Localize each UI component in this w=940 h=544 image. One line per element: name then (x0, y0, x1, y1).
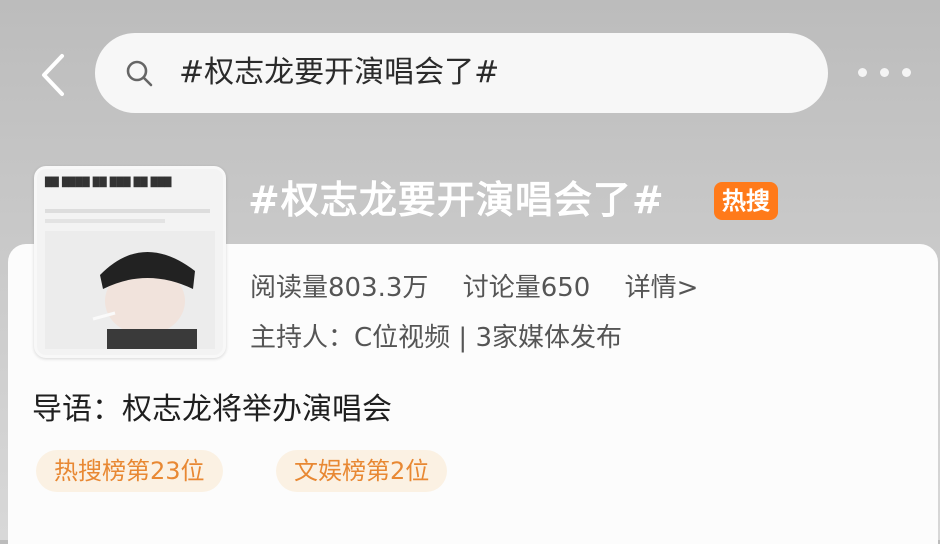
thumbnail-caption: ██ ████ ██ ███ ██ ███ (45, 178, 172, 188)
discussion-count: 讨论量650 (462, 273, 591, 303)
rank-tag-entertainment[interactable]: 文娱榜第2位 (276, 450, 448, 492)
more-dot (880, 68, 889, 77)
more-dot (902, 68, 911, 77)
search-query: #权志龙要开演唱会了# (179, 55, 500, 90)
topic-intro: 导语：权志龙将举办演唱会 (32, 392, 392, 427)
search-icon (126, 60, 153, 87)
person-photo-icon (45, 231, 215, 349)
more-dot (858, 68, 867, 77)
more-button[interactable] (856, 64, 914, 84)
top-bar: #权志龙要开演唱会了# (0, 0, 940, 140)
topic-thumbnail[interactable]: ██ ████ ██ ███ ██ ███ (34, 166, 226, 358)
thumbnail-photo (45, 231, 215, 349)
topic-title: #权志龙要开演唱会了# (248, 178, 665, 222)
thumbnail-line (45, 219, 165, 223)
topic-stats: 阅读量803.3万 讨论量650 详情> (250, 268, 724, 308)
chevron-left-icon (42, 54, 64, 96)
details-link[interactable]: 详情> (625, 273, 699, 303)
rank-tag-hot-search[interactable]: 热搜榜第23位 (36, 450, 223, 492)
back-button[interactable] (34, 50, 74, 100)
thumbnail-line (45, 209, 210, 213)
read-count: 阅读量803.3万 (250, 273, 429, 303)
hot-badge: 热搜 (714, 182, 778, 220)
search-bar[interactable]: #权志龙要开演唱会了# (95, 33, 828, 113)
host-info: 主持人：C位视频 | 3家媒体发布 (250, 323, 622, 353)
